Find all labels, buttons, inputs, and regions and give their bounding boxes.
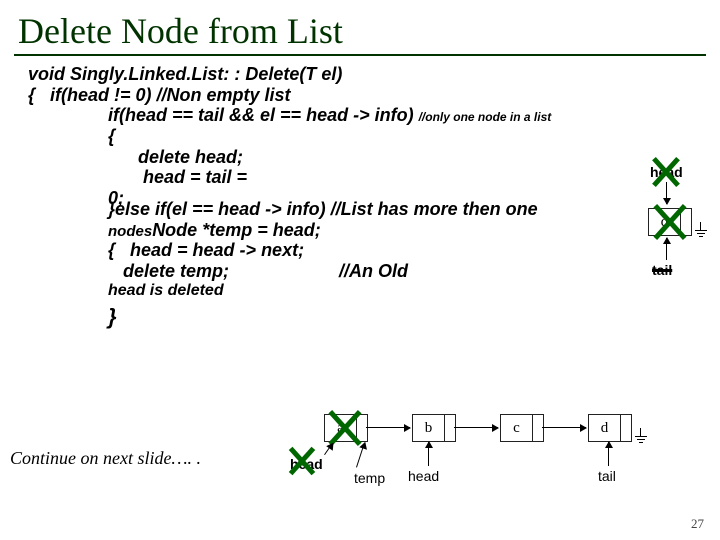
code-line: nodesNode *temp = head; bbox=[28, 220, 692, 241]
slide-number: 27 bbox=[691, 516, 704, 532]
arrow-tail bbox=[608, 442, 609, 466]
code-line: } bbox=[28, 304, 692, 329]
code-line: if(head == tail && el == head -> info) /… bbox=[28, 105, 692, 126]
arrow-a-b bbox=[366, 427, 410, 428]
continue-note: Continue on next slide…. . bbox=[10, 448, 201, 469]
slide-title: Delete Node from List bbox=[0, 0, 720, 54]
label-tail: tail bbox=[598, 468, 616, 484]
ground-icon bbox=[694, 222, 708, 238]
code-line: delete head; bbox=[28, 147, 692, 168]
code-line: }else if(el == head -> info) //List has … bbox=[28, 199, 692, 220]
arrow-c-d bbox=[542, 427, 586, 428]
node-d: d bbox=[588, 414, 632, 442]
arrow-b-c bbox=[454, 427, 498, 428]
node-a: a bbox=[324, 414, 368, 442]
title-underline bbox=[14, 54, 706, 56]
code-line: delete temp;//An Old bbox=[28, 261, 692, 282]
arrow-head-down bbox=[666, 182, 667, 204]
label-head: head bbox=[650, 164, 683, 180]
code-line: { bbox=[28, 126, 692, 147]
node-c: c bbox=[500, 414, 544, 442]
label-head-old: head bbox=[290, 456, 323, 472]
code-line: head is deleted bbox=[28, 282, 692, 300]
node-d-single: d bbox=[648, 208, 692, 236]
arrow-head-new bbox=[428, 442, 429, 466]
code-block: void Singly.Linked.List: : Delete(T el) … bbox=[0, 62, 720, 329]
label-tail-struck: tail bbox=[652, 262, 672, 278]
arrow-tail-up bbox=[666, 238, 667, 260]
arrow-head-old bbox=[324, 443, 333, 455]
ground-icon bbox=[634, 428, 648, 444]
node-b: b bbox=[412, 414, 456, 442]
code-line: { if(head != 0) //Non empty list bbox=[28, 85, 692, 106]
code-line: { head = head -> next; bbox=[28, 240, 692, 261]
arrow-temp bbox=[356, 442, 365, 467]
code-line: head = tail = bbox=[28, 167, 692, 188]
label-temp: temp bbox=[354, 470, 385, 486]
code-line: void Singly.Linked.List: : Delete(T el) bbox=[28, 64, 692, 85]
label-head-new: head bbox=[408, 468, 439, 484]
